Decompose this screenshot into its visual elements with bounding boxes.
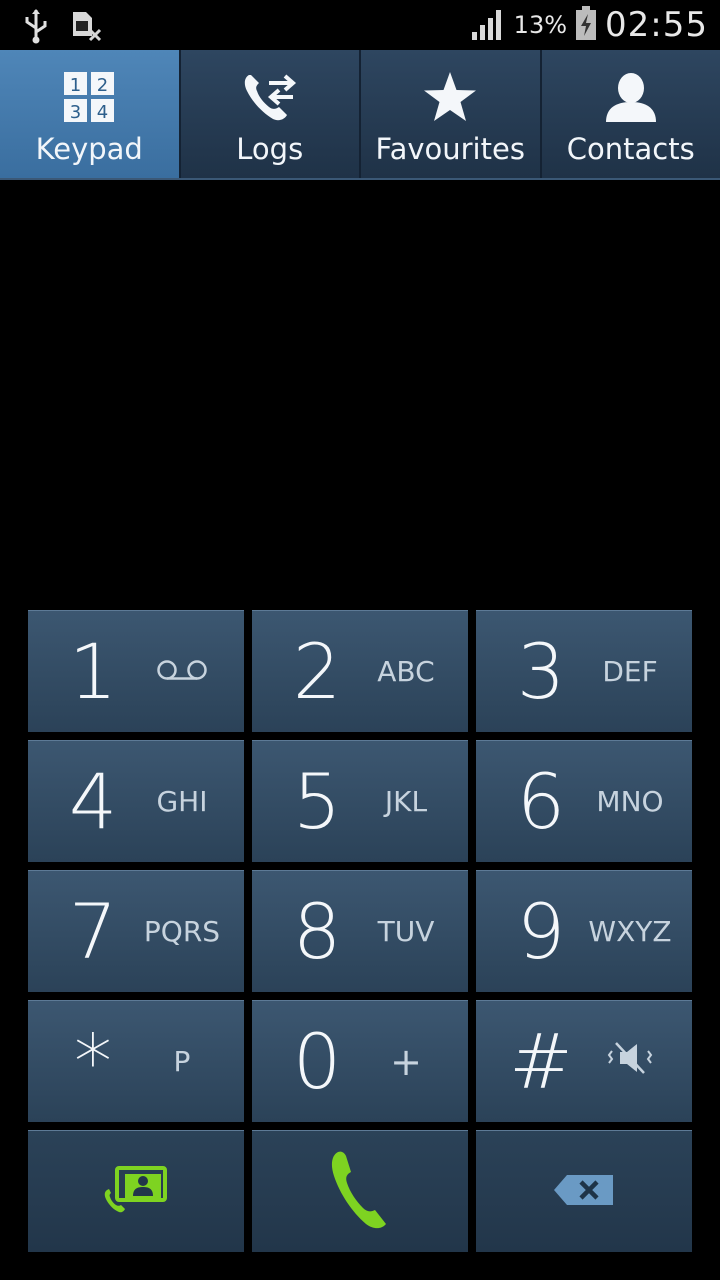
- key-7[interactable]: 7 PQRS: [28, 870, 244, 992]
- key-5[interactable]: 5 JKL: [252, 740, 468, 862]
- tab-favourites[interactable]: Favourites: [361, 50, 542, 178]
- key-8-letters: TUV: [377, 915, 435, 948]
- key-1[interactable]: 1: [28, 610, 244, 732]
- tab-keypad[interactable]: 1 2 3 4 Keypad: [0, 50, 181, 178]
- key-3[interactable]: 3 DEF: [476, 610, 692, 732]
- voicemail-icon: [132, 655, 232, 688]
- key-9[interactable]: 9 WXYZ: [476, 870, 692, 992]
- clock: 02:55: [605, 5, 708, 45]
- key-star[interactable]: * P: [28, 1000, 244, 1122]
- keypad-icon-digit-4: 4: [97, 102, 108, 123]
- add-to-contacts-button[interactable]: [28, 1130, 244, 1252]
- key-4[interactable]: 4 GHI: [28, 740, 244, 862]
- usb-icon: [22, 8, 50, 48]
- key-2[interactable]: 2 ABC: [252, 610, 468, 732]
- status-bar: 13% 02:55: [0, 0, 720, 50]
- add-to-contacts-icon: [103, 1165, 169, 1218]
- key-5-letters: JKL: [384, 785, 428, 818]
- key-star-letters: P: [173, 1045, 191, 1078]
- tab-favourites-label: Favourites: [375, 132, 525, 166]
- key-0[interactable]: 0 +: [252, 1000, 468, 1122]
- key-0-letters: +: [390, 1039, 422, 1084]
- dial-keypad: 1 2 ABC 3 DEF 4 GHI 5 JKL 6 MNO 7 PQRS 8…: [28, 610, 692, 1252]
- battery-percent: 13%: [513, 11, 568, 39]
- key-6[interactable]: 6 MNO: [476, 740, 692, 862]
- mute-icon: [580, 1041, 680, 1082]
- keypad-icon-digit-1: 1: [70, 75, 81, 96]
- tab-logs-label: Logs: [236, 132, 304, 166]
- tab-bar: 1 2 3 4 Keypad Logs Favourites Contacts: [0, 50, 720, 180]
- key-8[interactable]: 8 TUV: [252, 870, 468, 992]
- backspace-icon: [553, 1174, 615, 1210]
- call-icon: [330, 1150, 390, 1234]
- contact-icon: [604, 68, 658, 126]
- keypad-icon-digit-3: 3: [70, 102, 81, 123]
- tab-contacts[interactable]: Contacts: [542, 50, 720, 178]
- battery-charging-icon: [575, 6, 597, 44]
- key-2-letters: ABC: [377, 655, 435, 688]
- sim-missing-icon: [70, 10, 102, 46]
- key-7-letters: PQRS: [143, 915, 221, 948]
- tab-contacts-label: Contacts: [566, 132, 695, 166]
- key-3-letters: DEF: [602, 655, 658, 688]
- backspace-button[interactable]: [476, 1130, 692, 1252]
- signal-icon: [470, 6, 506, 44]
- star-icon: [422, 68, 478, 126]
- key-9-letters: WXYZ: [588, 915, 672, 948]
- key-6-letters: MNO: [596, 785, 664, 818]
- key-hash[interactable]: #: [476, 1000, 692, 1122]
- call-button[interactable]: [252, 1130, 468, 1252]
- key-4-letters: GHI: [156, 785, 208, 818]
- call-logs-icon: [241, 68, 299, 126]
- tab-keypad-label: Keypad: [35, 132, 143, 166]
- keypad-icon: 1 2 3 4: [63, 68, 115, 126]
- tab-logs[interactable]: Logs: [181, 50, 361, 178]
- keypad-icon-digit-2: 2: [97, 75, 108, 96]
